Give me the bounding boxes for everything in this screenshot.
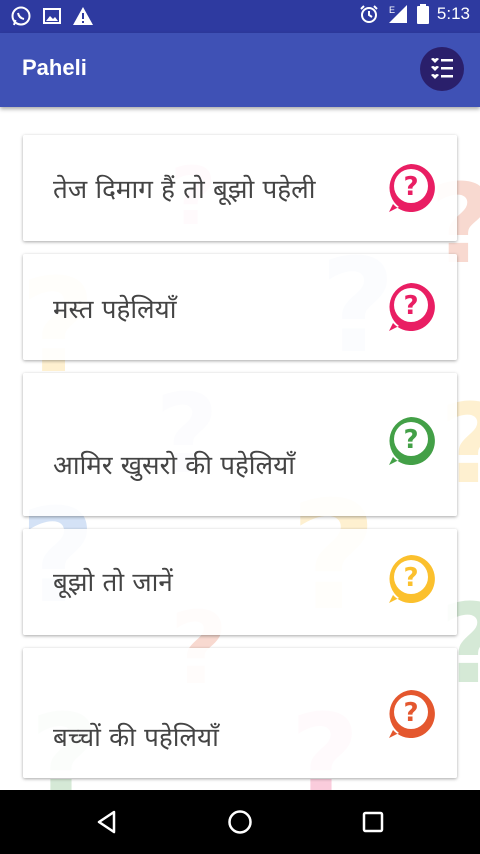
recents-button[interactable]	[358, 807, 388, 837]
app-bar: Paheli	[0, 33, 480, 107]
question-bubble-icon: ?	[389, 417, 435, 465]
category-card[interactable]: बूझो तो जानें ?	[23, 529, 457, 635]
svg-text:?: ?	[403, 291, 418, 321]
svg-text:?: ?	[403, 698, 418, 728]
category-label: मस्त पहेलियाँ	[53, 295, 177, 325]
svg-text:?: ?	[403, 425, 418, 455]
question-bubble-icon: ?	[389, 164, 435, 212]
back-icon	[97, 810, 116, 834]
category-card[interactable]: बच्चों की पहेलियाँ ?	[23, 648, 457, 778]
warning-icon	[73, 7, 93, 25]
image-icon	[43, 8, 61, 24]
system-icons: E 5:13	[359, 4, 470, 24]
category-card[interactable]: तेज दिमाग हैं तो बूझो पहेली ?	[23, 135, 457, 241]
notification-icons	[10, 5, 94, 27]
question-bubble-icon: ?	[389, 283, 435, 331]
svg-text:?: ?	[403, 172, 418, 202]
category-label: बूझो तो जानें	[53, 568, 173, 598]
category-label: बच्चों की पहेलियाँ	[53, 723, 219, 753]
svg-text:?: ?	[403, 563, 418, 593]
clock: 5:13	[436, 4, 470, 23]
navigation-bar	[0, 790, 480, 854]
category-label: आमिर खुसरो की पहेलियाँ	[53, 451, 295, 481]
whatsapp-icon	[11, 6, 31, 26]
back-button[interactable]	[92, 807, 122, 837]
signal-icon: E	[388, 5, 407, 23]
app-title: Paheli	[22, 55, 87, 80]
question-bubble-icon: ?	[389, 690, 435, 738]
battery-icon	[416, 4, 429, 24]
category-label: तेज दिमाग हैं तो बूझो पहेली	[53, 175, 316, 205]
category-card[interactable]: मस्त पहेलियाँ ?	[23, 254, 457, 360]
category-card[interactable]: आमिर खुसरो की पहेलियाँ ?	[23, 373, 457, 516]
list-menu-icon	[431, 58, 453, 79]
home-icon	[228, 810, 252, 834]
recents-icon	[362, 811, 384, 833]
alarm-icon	[360, 5, 378, 23]
list-menu-button[interactable]	[420, 47, 464, 91]
home-button[interactable]	[225, 807, 255, 837]
network-type: E	[389, 5, 395, 15]
status-bar: E 5:13	[0, 0, 480, 33]
question-bubble-icon: ?	[389, 555, 435, 603]
